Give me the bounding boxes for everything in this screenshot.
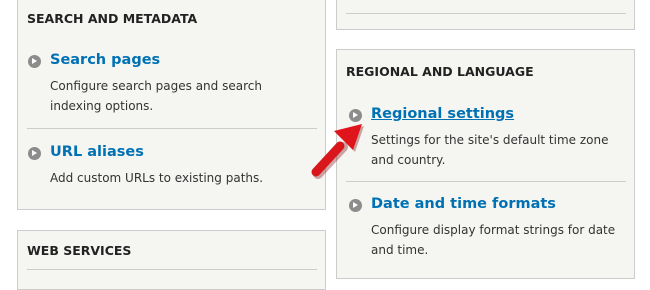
red-arrow-pointer: [311, 124, 364, 179]
arrow-shape: [311, 124, 364, 179]
